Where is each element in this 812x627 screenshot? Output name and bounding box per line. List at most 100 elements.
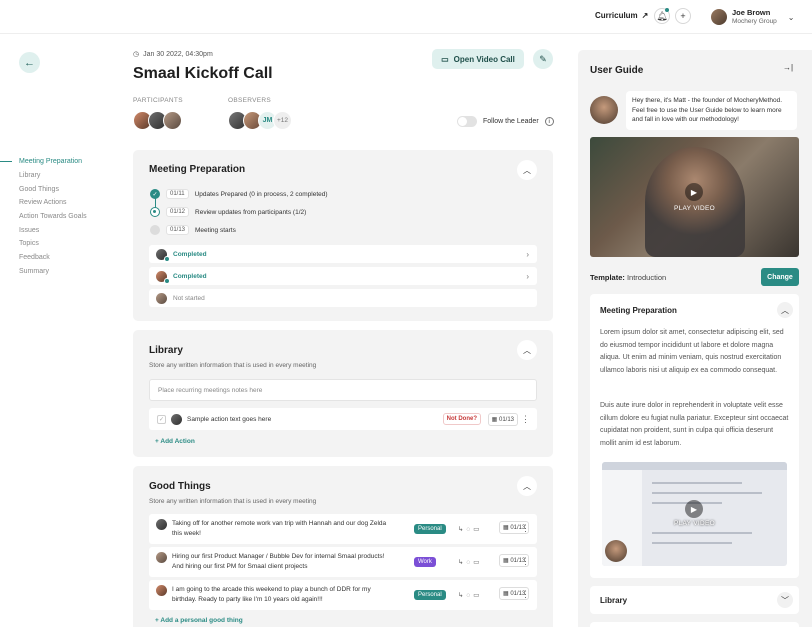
collapse-button[interactable]: ︿ (517, 160, 537, 180)
reply-comment-video-icons[interactable]: ↳◌▭ (458, 525, 482, 533)
good-thing-text: I am going to the arcade this weekend to… (172, 586, 371, 603)
notifications-button[interactable]: 🔔︎ (654, 8, 670, 24)
more-options-icon[interactable]: ⋮ (521, 589, 530, 600)
prep-step: 01/12 Review updates from participants (… (150, 207, 306, 217)
intro-bubble: Hey there, it's Matt - the founder of Mo… (626, 91, 797, 130)
action-text: Sample action text goes here (187, 415, 272, 423)
more-options-icon[interactable]: ⋮ (521, 556, 530, 567)
play-icon[interactable]: ▶ (685, 500, 703, 518)
nav-item-good-things[interactable]: Good Things (0, 182, 87, 196)
play-video-label: PLAY VIDEO (673, 520, 716, 527)
top-bar: Curriculum ↗ 🔔︎ + Joe Brown Mochery Grou… (0, 0, 812, 34)
tag-badge[interactable]: Personal (414, 590, 446, 600)
good-thing-item: I am going to the arcade this weekend to… (149, 580, 537, 610)
observers-more-count[interactable]: +12 (273, 111, 292, 130)
participant-status-row[interactable]: Not started (149, 289, 537, 307)
avatar[interactable] (163, 111, 182, 130)
edit-button[interactable]: ✎ (533, 49, 553, 69)
video-thumbnail (645, 147, 745, 257)
action-date-text: 01/13 (498, 416, 514, 423)
more-options-icon[interactable]: ⋮ (521, 414, 530, 425)
curriculum-link[interactable]: Curriculum ↗ (595, 11, 648, 20)
user-avatar (711, 9, 727, 25)
tag-badge[interactable]: Personal (414, 524, 446, 534)
presenter-avatar (605, 540, 627, 562)
nav-item-summary[interactable]: Summary (0, 265, 87, 279)
follow-leader-label: Follow the Leader (483, 118, 539, 125)
step-number: 01/11 (166, 189, 189, 199)
collapse-panel-icon[interactable]: →| (783, 63, 793, 72)
user-menu[interactable]: Joe Brown Mochery Group ⌄ (711, 8, 795, 26)
library-subtitle: Store any written information that is us… (149, 362, 317, 369)
guide-library-card[interactable]: Library ﹀ (590, 586, 799, 614)
follow-leader-toggle[interactable] (457, 116, 477, 127)
avatar (156, 519, 167, 530)
collapse-button[interactable]: ︿ (517, 476, 537, 496)
meeting-date-text: Jan 30 2022, 04:30pm (143, 50, 213, 58)
user-name: Joe Brown (732, 8, 771, 17)
arrow-left-icon: ← (24, 56, 35, 69)
tag-badge[interactable]: Work (414, 557, 436, 567)
observers-label: OBSERVERS (228, 97, 272, 104)
prep-step: ✓ 01/11 Updates Prepared (0 in process, … (150, 189, 328, 199)
prep-step: 01/13 Meeting starts (150, 225, 236, 235)
action-checkbox[interactable]: ✓ (157, 414, 166, 424)
library-title: Library (149, 345, 183, 356)
video-thumbnail (652, 492, 762, 494)
collapse-button[interactable]: ︿ (777, 302, 793, 318)
video-thumbnail (602, 462, 787, 470)
play-icon[interactable]: ▶ (685, 183, 703, 201)
tutorial-video[interactable]: ▶ PLAY VIDEO (602, 462, 787, 566)
good-thing-text: Hiring our first Product Manager / Bubbl… (172, 553, 385, 570)
library-notes-input[interactable]: Place recurring meetings notes here (149, 379, 537, 401)
nav-item-meeting-preparation[interactable]: Meeting Preparation (0, 155, 87, 169)
section-nav: Meeting Preparation Library Good Things … (0, 155, 87, 278)
completed-badge (164, 277, 170, 284)
action-row[interactable]: ✓ Sample action text goes here Not Done?… (149, 408, 537, 430)
avatar (156, 585, 167, 596)
nav-item-review-actions[interactable]: Review Actions (0, 196, 87, 210)
chevron-up-icon: ︿ (523, 345, 531, 355)
meeting-preparation-card: Meeting Preparation ︿ ✓ 01/11 Updates Pr… (133, 150, 553, 321)
participant-status-row[interactable]: Completed › (149, 245, 537, 263)
pencil-icon: ✎ (539, 53, 547, 64)
video-thumbnail (652, 532, 752, 534)
template-label: Template: (590, 273, 625, 282)
nav-item-action-towards-goals[interactable]: Action Towards Goals (0, 210, 87, 224)
chevron-right-icon: › (526, 249, 529, 259)
expand-button[interactable]: ﹀ (777, 592, 793, 608)
nav-item-topics[interactable]: Topics (0, 237, 87, 251)
user-guide-title: User Guide (590, 65, 644, 76)
bell-icon: 🔔︎ (656, 10, 668, 21)
open-video-call-button[interactable]: ▭ Open Video Call (432, 49, 524, 69)
chevron-up-icon: ︿ (523, 165, 531, 175)
info-icon[interactable]: i (544, 117, 554, 126)
status-text: Completed (173, 250, 207, 258)
pending-step-icon (150, 225, 160, 235)
change-template-button[interactable]: Change (761, 268, 799, 286)
chevron-right-icon: › (526, 271, 529, 281)
meeting-preparation-title: Meeting Preparation (149, 164, 246, 175)
more-options-icon[interactable]: ⋮ (521, 523, 530, 534)
add-action-link[interactable]: + Add Action (155, 438, 195, 445)
add-button[interactable]: + (675, 8, 691, 24)
user-guide-panel: User Guide →| Hey there, it's Matt - the… (578, 50, 812, 627)
collapse-button[interactable]: ︿ (517, 340, 537, 360)
clock-icon: ◷ (133, 51, 140, 58)
nav-item-issues[interactable]: Issues (0, 223, 87, 237)
add-good-thing-link[interactable]: + Add a personal good thing (155, 617, 243, 624)
reply-comment-video-icons[interactable]: ↳◌▭ (458, 558, 482, 566)
not-done-badge[interactable]: Not Done? (442, 413, 481, 425)
reply-comment-video-icons[interactable]: ↳◌▭ (458, 591, 482, 599)
back-button[interactable]: ← (19, 52, 40, 73)
play-video-label: PLAY VIDEO (673, 205, 716, 212)
nav-item-library[interactable]: Library (0, 169, 87, 183)
guide-library-title: Library (600, 596, 628, 605)
status-text: Not started (173, 294, 205, 302)
check-icon: ✓ (150, 189, 160, 199)
action-date[interactable]: ▦ 01/13 (487, 412, 518, 426)
nav-item-feedback[interactable]: Feedback (0, 251, 87, 265)
chevron-down-icon: ﹀ (781, 595, 789, 605)
intro-video[interactable]: ▶ PLAY VIDEO (590, 137, 799, 257)
participant-status-row[interactable]: Completed › (149, 267, 537, 285)
